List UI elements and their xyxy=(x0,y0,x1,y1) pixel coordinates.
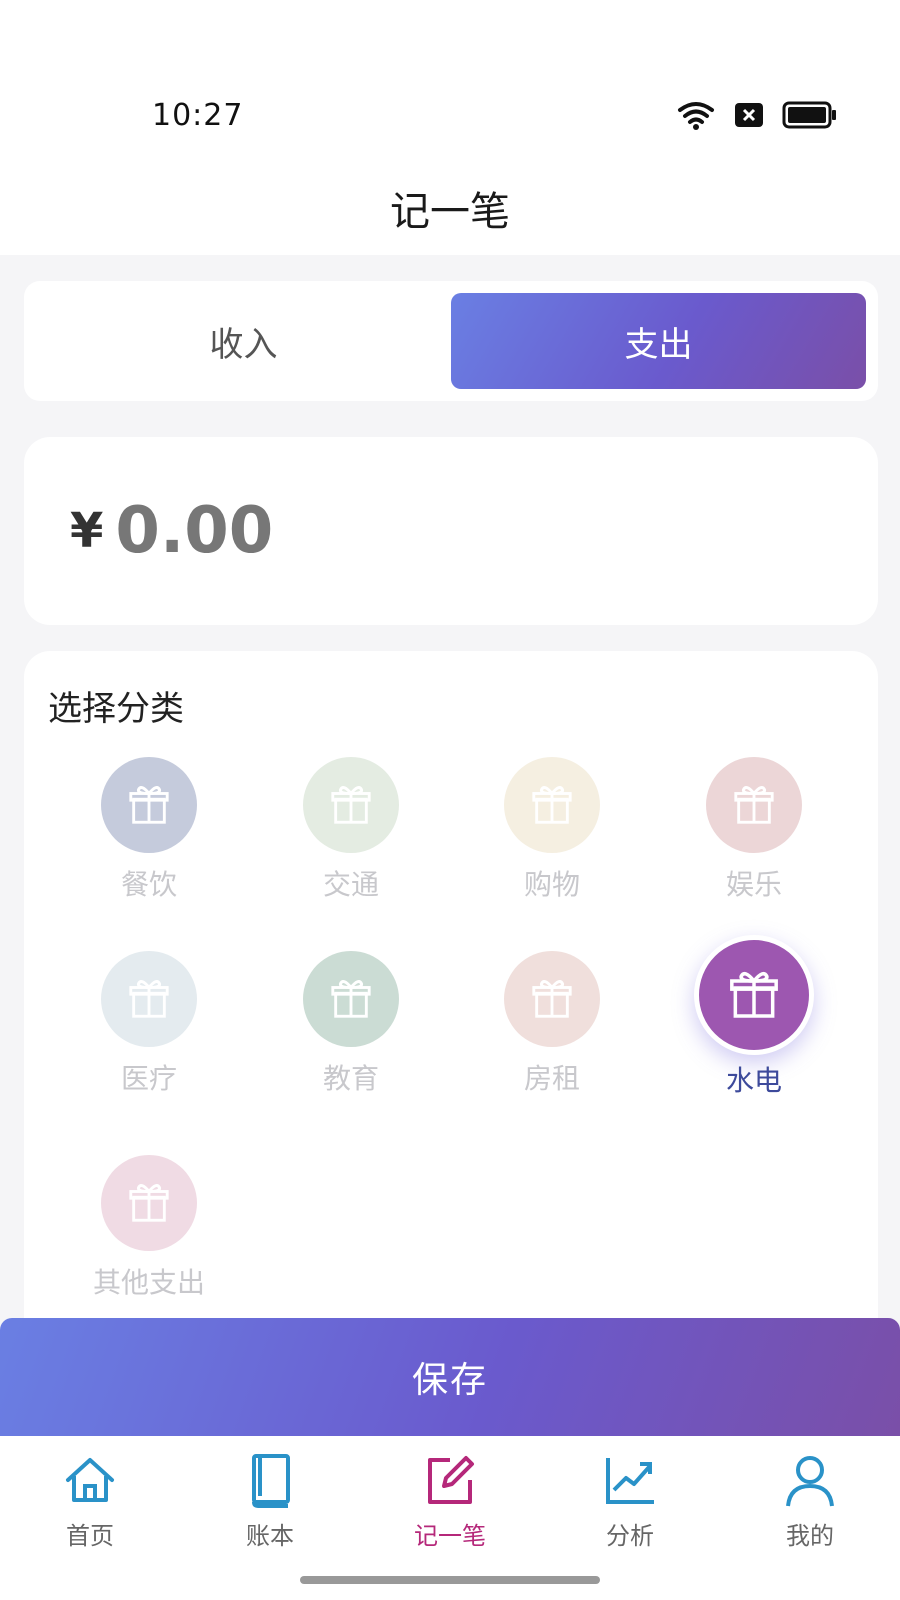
category-title: 选择分类 xyxy=(48,689,184,729)
battery-icon xyxy=(782,101,836,129)
category-item-dining[interactable]: 餐饮 xyxy=(69,757,229,903)
category-circle xyxy=(504,951,600,1047)
wifi-icon xyxy=(678,102,714,130)
category-circle xyxy=(303,951,399,1047)
nav-header: 记一笔 xyxy=(0,160,900,255)
gift-icon xyxy=(532,980,572,1018)
category-item-medical[interactable]: 医疗 xyxy=(69,951,229,1097)
category-circle xyxy=(101,1155,197,1251)
status-time: 10:27 xyxy=(152,98,244,133)
amount-card[interactable]: ¥ 0.00 xyxy=(24,437,878,625)
gift-icon xyxy=(129,786,169,824)
edit-icon xyxy=(428,1456,474,1504)
category-circle xyxy=(504,757,600,853)
category-label: 医疗 xyxy=(120,1062,177,1095)
tab-label: 首页 xyxy=(66,1522,114,1550)
category-label: 交通 xyxy=(322,868,379,901)
category-item-entertainment[interactable]: 娱乐 xyxy=(674,757,834,903)
category-circle xyxy=(303,757,399,853)
home-icon xyxy=(66,1458,114,1502)
category-label: 教育 xyxy=(322,1062,379,1095)
status-bar: 10:27 xyxy=(0,0,900,160)
tab-label: 分析 xyxy=(606,1522,654,1550)
category-item-shopping[interactable]: 购物 xyxy=(472,757,632,903)
book-icon xyxy=(252,1454,290,1508)
type-toggle: 收入 支出 xyxy=(24,281,878,401)
gift-icon xyxy=(734,786,774,824)
gift-icon xyxy=(730,971,778,1018)
save-button[interactable]: 保存 xyxy=(0,1318,900,1436)
user-icon xyxy=(786,1456,834,1507)
category-item-utilities[interactable]: 水电 xyxy=(674,935,834,1099)
category-label: 水电 xyxy=(725,1064,782,1097)
expense-tab[interactable]: 支出 xyxy=(451,293,866,389)
category-label: 娱乐 xyxy=(725,868,782,901)
category-label: 房租 xyxy=(523,1062,580,1095)
home-indicator xyxy=(300,1576,600,1584)
category-circle xyxy=(706,757,802,853)
tab-bar: 首页 账本 记一笔 分析 我的 xyxy=(0,1436,900,1600)
gift-icon xyxy=(331,980,371,1018)
tab-profile[interactable]: 我的 xyxy=(720,1436,900,1600)
amount-input[interactable]: 0.00 xyxy=(115,494,273,568)
income-tab[interactable]: 收入 xyxy=(36,293,451,389)
tab-label: 我的 xyxy=(786,1522,834,1550)
tab-home[interactable]: 首页 xyxy=(0,1436,180,1600)
gift-icon xyxy=(129,980,169,1018)
tab-label: 记一笔 xyxy=(414,1522,486,1550)
save-label: 保存 xyxy=(411,1360,488,1401)
category-item-transport[interactable]: 交通 xyxy=(271,757,431,903)
category-card: 选择分类 餐饮 交通 购物 娱乐 医疗 教育 房租 水电 其他支出 xyxy=(24,651,878,1371)
category-circle xyxy=(101,757,197,853)
sim-icon xyxy=(735,103,763,127)
tab-label: 账本 xyxy=(246,1522,294,1550)
category-circle xyxy=(101,951,197,1047)
status-icons xyxy=(676,100,838,130)
category-label: 其他支出 xyxy=(92,1266,205,1299)
category-circle xyxy=(694,935,814,1055)
page-title: 记一笔 xyxy=(390,188,510,235)
category-item-education[interactable]: 教育 xyxy=(271,951,431,1097)
category-label: 餐饮 xyxy=(120,868,177,901)
category-label: 购物 xyxy=(523,868,580,901)
gift-icon xyxy=(331,786,371,824)
gift-icon xyxy=(532,786,572,824)
category-item-rent[interactable]: 房租 xyxy=(472,951,632,1097)
currency-symbol: ¥ xyxy=(70,503,104,559)
gift-icon xyxy=(129,1184,169,1222)
chart-icon xyxy=(606,1458,654,1504)
category-item-other[interactable]: 其他支出 xyxy=(69,1155,229,1301)
